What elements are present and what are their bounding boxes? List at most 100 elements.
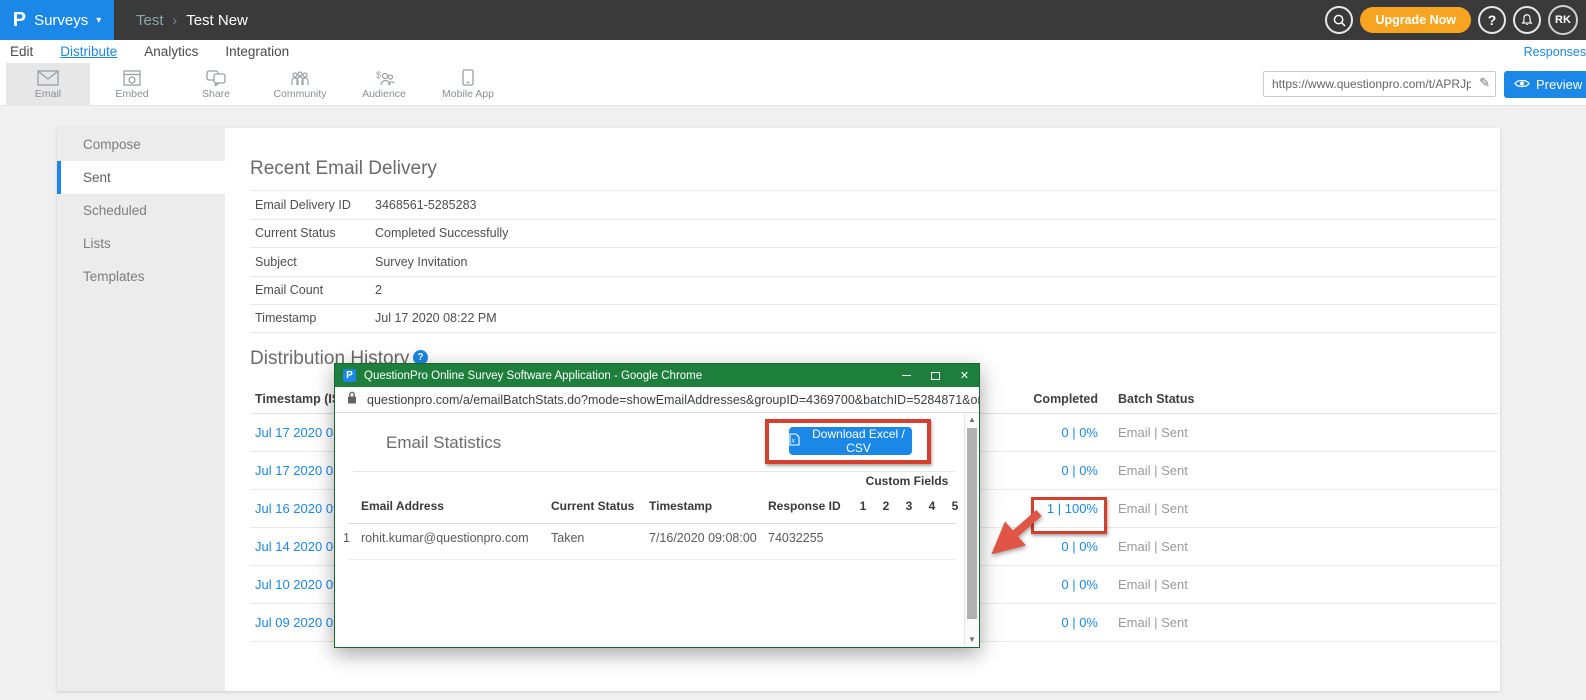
breadcrumb-parent[interactable]: Test <box>136 12 164 29</box>
breadcrumb-separator-icon: › <box>173 12 178 28</box>
toolbar-item-label: Embed <box>115 88 148 100</box>
toolbar-item-mobile-app[interactable]: Mobile App <box>426 63 510 106</box>
sidebar-item-sent[interactable]: Sent <box>57 161 225 194</box>
search-icon[interactable] <box>1325 6 1353 34</box>
distribute-toolbar: Email Embed Share Community <box>0 63 1586 106</box>
column-header-batch-status: Batch Status <box>1118 392 1194 406</box>
preview-button-label: Preview <box>1536 77 1582 92</box>
survey-nav: Edit Distribute Analytics Integration Re… <box>0 40 1586 63</box>
email-icon <box>37 70 59 86</box>
app-root: P Surveys ▾ Test › Test New Upgrade Now … <box>0 0 1586 700</box>
responses-count[interactable]: Responses: 1 <box>1524 40 1586 63</box>
preview-button[interactable]: Preview <box>1504 71 1586 98</box>
detail-value: 3468561-5285283 <box>375 198 477 212</box>
bell-icon[interactable] <box>1513 6 1541 34</box>
detail-label: Email Delivery ID <box>250 198 375 212</box>
batch-status: Email | Sent <box>1118 566 1188 604</box>
column-header-custom-3: 3 <box>902 499 916 513</box>
highlight-box-download-button <box>765 419 931 464</box>
toolbar-item-community[interactable]: Community <box>258 63 342 106</box>
top-header: P Surveys ▾ Test › Test New Upgrade Now … <box>0 0 1586 40</box>
sidebar-item-compose[interactable]: Compose <box>57 128 225 161</box>
popup-url: questionpro.com/a/emailBatchStats.do?mod… <box>367 393 979 407</box>
detail-row: Current Status Completed Successfully <box>250 219 1498 248</box>
popup-window-title: QuestionPro Online Survey Software Appli… <box>364 370 702 382</box>
toolbar-item-embed[interactable]: Embed <box>90 63 174 106</box>
close-icon[interactable]: ✕ <box>950 364 979 387</box>
sidebar-item-scheduled[interactable]: Scheduled <box>57 194 225 227</box>
recent-delivery-title: Recent Email Delivery <box>250 158 437 180</box>
popup-scrollbar[interactable]: ▲ ▼ <box>964 413 979 646</box>
minimize-icon[interactable] <box>892 364 921 387</box>
toolbar-item-audience[interactable]: $ Audience <box>342 63 426 106</box>
detail-row: Email Count 2 <box>250 276 1498 305</box>
scroll-down-icon[interactable]: ▼ <box>965 635 979 644</box>
surveys-menu-label: Surveys <box>34 12 88 29</box>
toolbar-item-label: Mobile App <box>442 88 494 100</box>
maximize-icon[interactable] <box>921 364 950 387</box>
eye-icon <box>1514 77 1530 92</box>
audience-icon: $ <box>373 70 395 86</box>
svg-text:$: $ <box>376 70 381 80</box>
column-header-completed: Completed <box>1015 392 1098 406</box>
toolbar-item-label: Audience <box>362 88 406 100</box>
email-statistics-window: P QuestionPro Online Survey Software App… <box>334 363 980 648</box>
batch-status: Email | Sent <box>1118 452 1188 490</box>
row-index: 1 <box>343 531 350 545</box>
survey-url-field-wrap: ✎ <box>1263 71 1496 97</box>
tab-analytics[interactable]: Analytics <box>144 44 198 59</box>
tab-integration[interactable]: Integration <box>225 44 289 59</box>
tab-edit[interactable]: Edit <box>10 44 33 59</box>
breadcrumb-current: Test New <box>186 12 248 29</box>
questionpro-logo-icon: P <box>343 369 356 382</box>
column-header-response-id: Response ID <box>768 499 841 513</box>
column-header-custom-2: 2 <box>879 499 893 513</box>
batch-status: Email | Sent <box>1118 528 1188 566</box>
popup-titlebar[interactable]: P QuestionPro Online Survey Software App… <box>335 364 979 387</box>
community-icon <box>290 70 310 86</box>
sidebar-item-lists[interactable]: Lists <box>57 227 225 260</box>
detail-value: Jul 17 2020 08:22 PM <box>375 311 497 325</box>
sidebar-item-templates[interactable]: Templates <box>57 260 225 293</box>
header-actions: Upgrade Now ? RK <box>1325 0 1578 40</box>
edit-url-icon[interactable]: ✎ <box>1479 75 1490 91</box>
questionpro-logo-icon: P <box>13 10 26 30</box>
tab-distribute[interactable]: Distribute <box>60 44 117 59</box>
divider <box>353 471 955 472</box>
recent-delivery-details: Email Delivery ID 3468561-5285283 Curren… <box>250 190 1498 333</box>
column-header-custom-5: 5 <box>948 499 962 513</box>
completed-link[interactable]: 0 | 0% <box>1015 452 1098 490</box>
upgrade-now-button[interactable]: Upgrade Now <box>1360 7 1471 33</box>
detail-value: Survey Invitation <box>375 255 467 269</box>
share-icon <box>206 70 226 86</box>
surveys-menu[interactable]: P Surveys ▾ <box>0 0 114 40</box>
detail-value: Completed Successfully <box>375 226 508 240</box>
toolbar-items: Email Embed Share Community <box>6 63 510 106</box>
email-statistics-title: Email Statistics <box>386 433 501 453</box>
toolbar-item-share[interactable]: Share <box>174 63 258 106</box>
detail-label: Subject <box>250 255 375 269</box>
chevron-down-icon: ▾ <box>96 15 101 26</box>
popup-table-header: Email Address Current Status Timestamp R… <box>335 499 979 521</box>
survey-url-input[interactable] <box>1263 71 1496 97</box>
completed-link[interactable]: 0 | 0% <box>1015 566 1098 604</box>
scrollbar-thumb[interactable] <box>967 428 977 619</box>
toolbar-item-label: Email <box>35 88 61 100</box>
scroll-up-icon[interactable]: ▲ <box>965 415 979 424</box>
toolbar-item-email[interactable]: Email <box>6 63 90 106</box>
row-timestamp: 7/16/2020 09:08:00 <box>649 531 757 545</box>
user-avatar[interactable]: RK <box>1548 5 1578 35</box>
popup-address-bar[interactable]: questionpro.com/a/emailBatchStats.do?mod… <box>335 387 979 413</box>
completed-link[interactable]: 0 | 0% <box>1015 414 1098 452</box>
detail-label: Current Status <box>250 226 375 240</box>
batch-status: Email | Sent <box>1118 490 1188 528</box>
custom-fields-label: Custom Fields <box>855 474 959 488</box>
completed-link[interactable]: 0 | 0% <box>1015 604 1098 642</box>
column-header-custom-1: 1 <box>856 499 870 513</box>
row-response-id: 74032255 <box>768 531 824 545</box>
help-icon[interactable]: ? <box>1478 6 1506 34</box>
email-sidebar: Compose Sent Scheduled Lists Templates <box>57 128 225 691</box>
breadcrumb: Test › Test New <box>136 0 248 40</box>
embed-icon <box>123 70 141 86</box>
lock-icon <box>347 391 357 409</box>
